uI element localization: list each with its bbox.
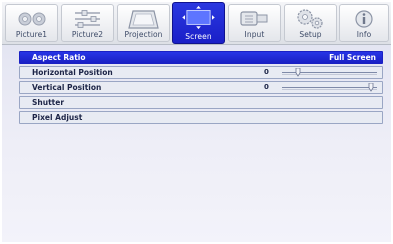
tab-label: Projection (124, 30, 163, 39)
slider-track (282, 87, 377, 88)
tab-label: Setup (299, 30, 322, 39)
screen-icon (182, 5, 215, 30)
tab-input[interactable]: Input (228, 4, 281, 42)
horizontal-position-slider[interactable] (282, 68, 377, 77)
setup-icon (297, 9, 323, 29)
tab-projection[interactable]: Projection (117, 4, 170, 42)
menu-item-horizontal-position[interactable]: Horizontal Position 0 (19, 66, 383, 79)
info-icon (355, 10, 373, 28)
menu-item-aspect-ratio[interactable]: Aspect Ratio Full Screen (19, 51, 383, 64)
menu-item-vertical-position[interactable]: Vertical Position 0 (19, 81, 383, 94)
picture2-icon (75, 10, 100, 28)
vertical-position-slider[interactable] (282, 83, 377, 92)
tab-info[interactable]: Info (339, 4, 389, 42)
tab-picture1[interactable]: Picture1 (5, 4, 58, 42)
slider-thumb[interactable] (295, 68, 301, 77)
vertical-position-value: 0 (264, 83, 269, 91)
shutter-label: Shutter (32, 98, 65, 107)
tab-screen[interactable]: Screen (172, 2, 225, 44)
slider-thumb[interactable] (368, 83, 374, 92)
tab-label: Input (244, 30, 265, 39)
slider-track-shadow (282, 89, 377, 90)
tab-label: Info (356, 30, 372, 39)
tab-label: Picture1 (15, 30, 48, 39)
input-icon (240, 11, 268, 26)
osd-screen: Picture1 Picture2 Projection Screen Inpu… (2, 2, 391, 242)
pixel-adjust-label: Pixel Adjust (32, 113, 83, 122)
vertical-position-label: Vertical Position (32, 83, 102, 92)
horizontal-position-value: 0 (264, 68, 269, 76)
tab-label: Screen (185, 32, 212, 41)
tab-setup[interactable]: Setup (284, 4, 337, 42)
picture1-icon (18, 12, 46, 26)
aspect-ratio-value: Full Screen (329, 53, 376, 62)
aspect-ratio-label: Aspect Ratio (32, 53, 86, 62)
tab-bar: Picture1 Picture2 Projection Screen Inpu… (2, 2, 391, 45)
tab-label: Picture2 (71, 30, 104, 39)
screen-menu: Aspect Ratio Full Screen Horizontal Posi… (19, 51, 383, 126)
menu-item-shutter[interactable]: Shutter (19, 96, 383, 109)
projection-icon (128, 10, 159, 29)
tab-picture2[interactable]: Picture2 (61, 4, 114, 42)
horizontal-position-label: Horizontal Position (32, 68, 113, 77)
menu-item-pixel-adjust[interactable]: Pixel Adjust (19, 111, 383, 124)
